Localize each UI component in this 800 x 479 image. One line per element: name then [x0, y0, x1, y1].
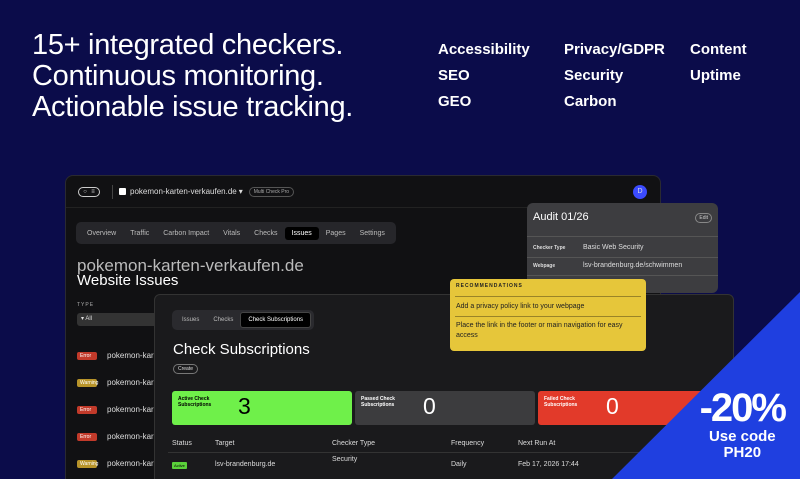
subscriptions-window: Issues Checks Check Subscriptions Check …	[154, 294, 734, 479]
discount-label: -20%	[699, 386, 787, 430]
feature-content: Content	[690, 41, 747, 58]
severity-badge: Error	[77, 432, 97, 441]
type-filter-value: All	[85, 316, 93, 322]
tab-check-subscriptions[interactable]: Check Subscriptions	[240, 312, 312, 328]
row-target[interactable]: lsv-brandenburg.de	[215, 461, 275, 468]
subscriptions-title: Check Subscriptions	[173, 341, 310, 358]
tab-traffic[interactable]: Traffic	[123, 227, 156, 240]
recommendations-popover: RECOMMENDATIONS Add a privacy policy lin…	[450, 279, 646, 351]
issue-site: pokemon-kar	[107, 378, 154, 387]
page-title: Website Issues	[77, 272, 179, 289]
tab-pages[interactable]: Pages	[319, 227, 353, 240]
card-value: 0	[423, 393, 436, 419]
card-label: Active Check Subscriptions	[178, 396, 212, 408]
tab-checks[interactable]: Checks	[206, 313, 240, 327]
issue-row[interactable]: Warning pokemon-kar	[77, 378, 154, 387]
headline-line-3: Actionable issue tracking.	[32, 91, 354, 123]
tab-overview[interactable]: Overview	[80, 227, 123, 240]
active-subscriptions-card[interactable]: Active Check Subscriptions 3	[172, 391, 352, 425]
audit-title: Audit 01/26	[533, 211, 589, 223]
severity-badge: Warning	[77, 378, 98, 387]
column-checker-type[interactable]: Checker Type	[332, 440, 375, 447]
create-button[interactable]: Create	[173, 364, 199, 374]
issue-row[interactable]: Warning pokemon-kar	[77, 459, 154, 468]
promo-code-line-2: PH20	[723, 444, 762, 461]
issue-row[interactable]: Error pokemon-kar	[77, 405, 154, 414]
tab-carbon-impact[interactable]: Carbon Impact	[156, 227, 216, 240]
avatar[interactable]: D	[633, 185, 647, 199]
row-next-run: Feb 17, 2026 17:44	[518, 461, 579, 468]
divider	[527, 257, 718, 258]
column-frequency[interactable]: Frequency	[451, 440, 484, 447]
issue-site: pokemon-kar	[107, 432, 154, 441]
row-frequency: Daily	[451, 461, 467, 468]
severity-badge: Error	[77, 351, 97, 360]
issue-site: pokemon-kar	[107, 459, 154, 468]
site-selector[interactable]: pokemon-karten-verkaufen.de	[130, 187, 237, 196]
active-badge: Active	[172, 462, 187, 469]
recommendations-heading: RECOMMENDATIONS	[456, 283, 523, 289]
feature-seo: SEO	[438, 67, 470, 84]
feature-security: Security	[564, 67, 624, 84]
audit-webpage: Webpage lsv-brandenburg.de/schwimmen	[533, 262, 682, 271]
plan-pill: Multi Check Pro	[248, 186, 295, 197]
tab-checks[interactable]: Checks	[247, 227, 284, 240]
issue-site: pokemon-kar	[107, 351, 154, 360]
tab-issues[interactable]: Issues	[175, 313, 206, 327]
card-value: 0	[606, 393, 619, 419]
headline-line-1: 15+ integrated checkers.	[32, 29, 344, 61]
divider	[168, 452, 733, 453]
divider	[112, 184, 113, 199]
audit-edit-button[interactable]: Edit	[695, 213, 712, 223]
audit-value: Basic Web Security	[583, 244, 644, 251]
audit-checker-type: Checker Type Basic Web Security	[533, 244, 644, 253]
tab-vitals[interactable]: Vitals	[216, 227, 247, 240]
feature-carbon: Carbon	[564, 93, 617, 110]
type-filter-label: TYPE	[77, 302, 95, 308]
promo-code-line-1: Use code	[708, 428, 776, 445]
audit-label: Webpage	[533, 263, 556, 269]
column-next-run[interactable]: Next Run At	[518, 440, 555, 447]
issue-row[interactable]: Error pokemon-kar	[77, 432, 154, 441]
feature-list: Accessibility Privacy/GDPR Content SEO S…	[438, 41, 770, 111]
card-label: Failed Check Subscriptions	[544, 396, 578, 408]
column-target[interactable]: Target	[215, 440, 234, 447]
chevron-down-icon[interactable]: ▾	[239, 187, 243, 196]
tab-issues[interactable]: Issues	[284, 226, 319, 240]
divider	[527, 275, 718, 276]
severity-badge: Error	[77, 405, 97, 414]
feature-accessibility: Accessibility	[438, 41, 530, 58]
divider	[455, 296, 641, 297]
recommendation-item: Add a privacy policy link to your webpag…	[456, 303, 585, 310]
feature-uptime: Uptime	[690, 67, 741, 84]
card-value: 3	[238, 393, 251, 419]
audit-value: lsv-brandenburg.de/schwimmen	[583, 262, 683, 269]
main-tabs: Overview Traffic Carbon Impact Vitals Ch…	[76, 222, 396, 244]
issue-site: pokemon-kar	[107, 405, 154, 414]
audit-label: Checker Type	[533, 245, 566, 251]
issue-row[interactable]: Error pokemon-kar	[77, 351, 154, 360]
status-badge: Active	[172, 462, 187, 469]
card-label: Passed Check Subscriptions	[361, 396, 395, 408]
row-checker: Security	[332, 456, 358, 463]
subscription-tabs: Issues Checks Check Subscriptions	[172, 310, 315, 330]
recommendation-item: Place the link in the footer or main nav…	[456, 322, 623, 339]
headline: 15+ integrated checkers. Continuous moni…	[32, 30, 353, 123]
site-favicon-icon	[119, 188, 126, 195]
column-status[interactable]: Status	[172, 440, 192, 447]
headline-line-2: Continuous monitoring.	[32, 60, 324, 92]
promo-badge: -20% Use code PH20	[699, 386, 787, 461]
divider	[527, 236, 718, 237]
app-logo-icon[interactable]: ○ ≡	[78, 186, 100, 197]
divider	[455, 316, 641, 317]
severity-badge: Warning	[77, 459, 98, 468]
feature-privacy: Privacy/GDPR	[564, 41, 665, 58]
passed-subscriptions-card[interactable]: Passed Check Subscriptions 0	[355, 391, 535, 425]
tab-settings[interactable]: Settings	[353, 227, 392, 240]
feature-geo: GEO	[438, 93, 472, 110]
failed-subscriptions-card[interactable]: Failed Check Subscriptions 0	[538, 391, 718, 425]
type-filter-select[interactable]: ▾ All	[77, 313, 159, 326]
